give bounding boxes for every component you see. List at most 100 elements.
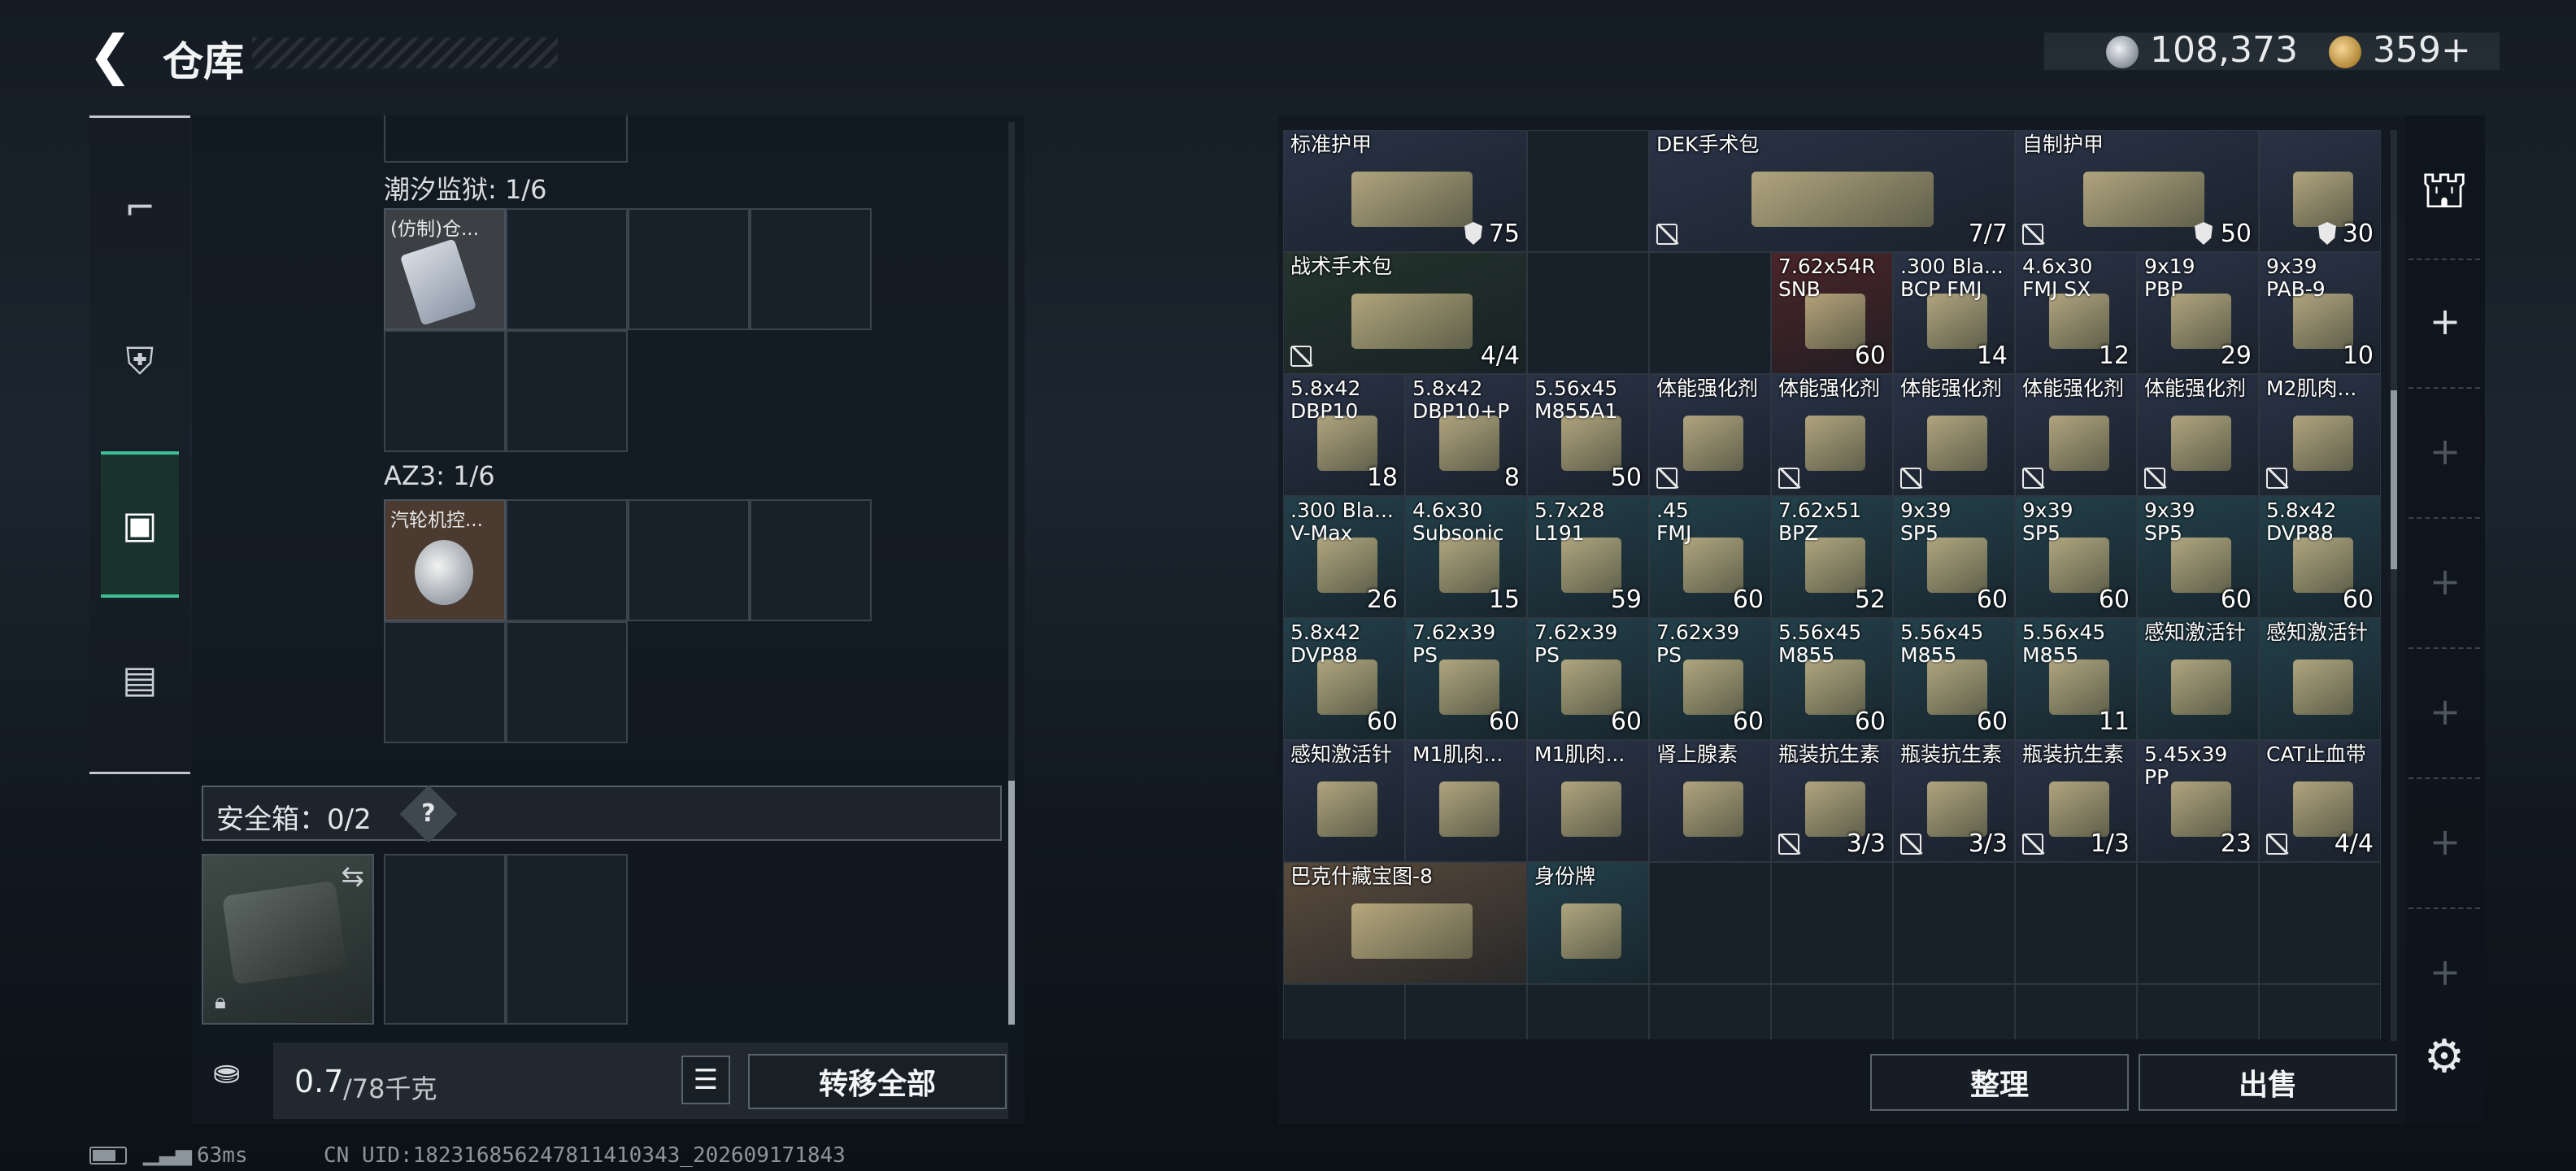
storage-item[interactable]: 5.56x45 M855A1 50 <box>1527 374 1649 496</box>
storage-item[interactable]: 标准护甲 75 <box>1283 130 1527 252</box>
sell-button[interactable]: 出售 <box>2139 1054 2397 1111</box>
empty-slot[interactable] <box>1649 252 1771 374</box>
storage-item[interactable]: 体能强化剂 <box>1649 374 1771 496</box>
storage-item[interactable]: 5.8x42 DVP88 60 <box>2259 496 2381 618</box>
empty-slot[interactable] <box>1527 130 1649 252</box>
storage-item[interactable]: 5.8x42 DBP10+P 8 <box>1405 374 1527 496</box>
empty-slot[interactable] <box>1893 862 2015 984</box>
storage-item[interactable]: 7.62x39 PS 60 <box>1405 618 1527 740</box>
storage-item[interactable]: 4.6x30 FMJ SX 12 <box>2015 252 2137 374</box>
storage-item[interactable]: 7.62x54R SNB 60 <box>1771 252 1893 374</box>
transfer-all-button[interactable]: 转移全部 <box>748 1054 1007 1109</box>
storage-item[interactable]: 9x39 SP5 60 <box>2015 496 2137 618</box>
empty-slot[interactable] <box>1405 984 1527 1039</box>
storage-item[interactable]: 体能强化剂 <box>1771 374 1893 496</box>
storage-item[interactable]: 体能强化剂 <box>2015 374 2137 496</box>
weapon-icon[interactable]: ⌐ <box>101 134 179 281</box>
sort-button[interactable]: 整理 <box>1870 1054 2129 1111</box>
add-tab-icon[interactable]: + <box>2425 431 2465 472</box>
storage-item[interactable]: 巴克什藏宝图-8 <box>1283 862 1527 984</box>
storage-item[interactable]: 感知激活针 <box>2259 618 2381 740</box>
add-tab-icon[interactable]: + <box>2425 561 2465 602</box>
storage-item[interactable]: 战术手术包 4/4 <box>1283 252 1527 374</box>
storage-item[interactable]: 感知激活针 <box>2137 618 2259 740</box>
storage-item[interactable]: M2肌肉... <box>2259 374 2381 496</box>
swap-icon[interactable]: ⇆ <box>342 860 365 893</box>
inventory-item[interactable]: 汽轮机控... <box>384 499 506 621</box>
empty-slot[interactable] <box>2137 984 2259 1039</box>
empty-slot[interactable] <box>506 330 628 452</box>
empty-slot[interactable] <box>384 330 506 452</box>
empty-slot[interactable] <box>506 499 628 621</box>
storage-item[interactable]: 5.56x45 M855 60 <box>1771 618 1893 740</box>
storage-item[interactable]: 瓶装抗生素 3/3 <box>1771 740 1893 862</box>
storage-item[interactable]: 7.62x39 PS 60 <box>1649 618 1771 740</box>
empty-slot[interactable] <box>2015 862 2137 984</box>
left-scrollbar-thumb[interactable] <box>1008 781 1015 1025</box>
storage-item[interactable]: 7.62x51 BPZ 52 <box>1771 496 1893 618</box>
empty-slot[interactable] <box>750 499 872 621</box>
storage-item[interactable]: 体能强化剂 <box>2137 374 2259 496</box>
empty-slot[interactable] <box>506 621 628 743</box>
help-icon[interactable]: ? <box>399 785 458 843</box>
storage-item[interactable]: CAT止血带 4/4 <box>2259 740 2381 862</box>
storage-item[interactable]: 自制护甲 50 <box>2015 130 2259 252</box>
storage-item[interactable]: 4.6x30 Subsonic 15 <box>1405 496 1527 618</box>
gear-icon[interactable]: ⚙ <box>2420 1033 2469 1082</box>
storage-item[interactable]: 5.8x42 DVP88 60 <box>1283 618 1405 740</box>
list-view-icon[interactable]: ☰ <box>681 1056 730 1104</box>
storage-item[interactable]: .300 Bla... BCP FMJ 14 <box>1893 252 2015 374</box>
empty-slot[interactable] <box>1893 984 2015 1039</box>
case-icon[interactable]: ▤ <box>101 606 179 752</box>
storage-item[interactable]: 瓶装抗生素 3/3 <box>1893 740 2015 862</box>
empty-slot[interactable] <box>2137 862 2259 984</box>
add-tab-icon[interactable]: + <box>2425 951 2465 992</box>
add-tab-icon[interactable]: + <box>2425 821 2465 862</box>
empty-slot[interactable] <box>628 499 750 621</box>
storage-item[interactable]: 9x39 SP5 60 <box>1893 496 2015 618</box>
storage-item[interactable]: 30 <box>2259 130 2381 252</box>
storage-item[interactable]: 身份牌 <box>1527 862 1649 984</box>
empty-slot[interactable] <box>2259 862 2381 984</box>
storage-item[interactable]: M1肌肉... <box>1527 740 1649 862</box>
back-arrow-icon[interactable]: ❮ <box>88 28 133 82</box>
storage-item[interactable]: 9x39 SP5 60 <box>2137 496 2259 618</box>
inventory-item[interactable]: (仿制)仓... <box>384 208 506 330</box>
backpack-icon[interactable]: ▣ <box>101 451 179 598</box>
empty-slot[interactable] <box>1283 984 1405 1039</box>
right-scrollbar-thumb[interactable] <box>2391 390 2397 569</box>
empty-slot[interactable] <box>384 854 506 1025</box>
storage-tab-icon[interactable]: ⛫ <box>2413 159 2475 221</box>
right-scrollbar[interactable] <box>2391 130 2397 1041</box>
empty-slot[interactable] <box>1649 984 1771 1039</box>
empty-slot[interactable] <box>628 208 750 330</box>
empty-slot[interactable] <box>1527 252 1649 374</box>
storage-item[interactable]: .300 Bla... V-Max 26 <box>1283 496 1405 618</box>
empty-slot[interactable] <box>384 621 506 743</box>
empty-slot[interactable] <box>2015 984 2137 1039</box>
storage-item[interactable]: 体能强化剂 <box>1893 374 2015 496</box>
add-tab-icon[interactable]: + <box>2425 301 2465 342</box>
storage-item[interactable]: 5.56x45 M855 11 <box>2015 618 2137 740</box>
storage-item[interactable]: M1肌肉... <box>1405 740 1527 862</box>
storage-item[interactable]: 5.56x45 M855 60 <box>1893 618 2015 740</box>
safe-box-item[interactable]: ⇆ 🔒︎ <box>202 854 374 1025</box>
gold-amount[interactable]: 359+ <box>2373 29 2471 71</box>
storage-item[interactable]: 9x39 PAB-9 10 <box>2259 252 2381 374</box>
storage-item[interactable]: 感知激活针 <box>1283 740 1405 862</box>
empty-slot[interactable] <box>506 208 628 330</box>
empty-slot[interactable] <box>750 208 872 330</box>
empty-slot[interactable] <box>1649 862 1771 984</box>
storage-item[interactable]: 9x19 PBP 29 <box>2137 252 2259 374</box>
storage-item[interactable]: DEK手术包 7/7 <box>1649 130 2015 252</box>
empty-slot[interactable] <box>506 854 628 1025</box>
storage-item[interactable]: 5.7x28 L191 59 <box>1527 496 1649 618</box>
empty-slot[interactable] <box>1771 862 1893 984</box>
empty-slot[interactable] <box>2259 984 2381 1039</box>
vest-icon[interactable]: ⛨ <box>101 289 179 435</box>
storage-item[interactable]: 5.45x39 PP 23 <box>2137 740 2259 862</box>
empty-slot[interactable] <box>1527 984 1649 1039</box>
storage-item[interactable]: 肾上腺素 <box>1649 740 1771 862</box>
storage-item[interactable]: 瓶装抗生素 1/3 <box>2015 740 2137 862</box>
add-tab-icon[interactable]: + <box>2425 691 2465 732</box>
